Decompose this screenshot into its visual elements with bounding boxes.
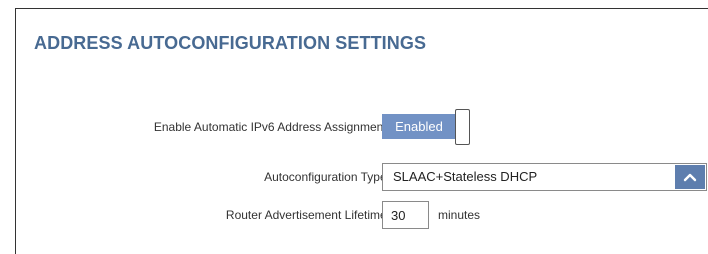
chevron-up-icon [683,173,697,182]
toggle-knob[interactable] [455,109,470,145]
auto-assign-toggle[interactable]: Enabled [382,109,470,145]
toggle-state-text: Enabled [382,114,456,139]
ra-lifetime-label: Router Advertisement Lifetime: [225,208,390,222]
autoconfig-type-select[interactable]: SLAAC+Stateless DHCP [382,163,707,191]
section-title: ADDRESS AUTOCONFIGURATION SETTINGS [34,33,427,53]
ra-lifetime-input[interactable] [382,201,429,229]
dropdown-button[interactable] [675,165,705,189]
ra-lifetime-unit: minutes [438,208,481,222]
autoconfig-type-value: SLAAC+Stateless DHCP [393,169,538,184]
settings-panel: ADDRESS AUTOCONFIGURATION SETTINGS Enabl… [15,8,708,254]
auto-assign-label: Enable Automatic IPv6 Address Assignment… [153,120,390,134]
autoconfig-type-label: Autoconfiguration Type: [264,170,390,184]
